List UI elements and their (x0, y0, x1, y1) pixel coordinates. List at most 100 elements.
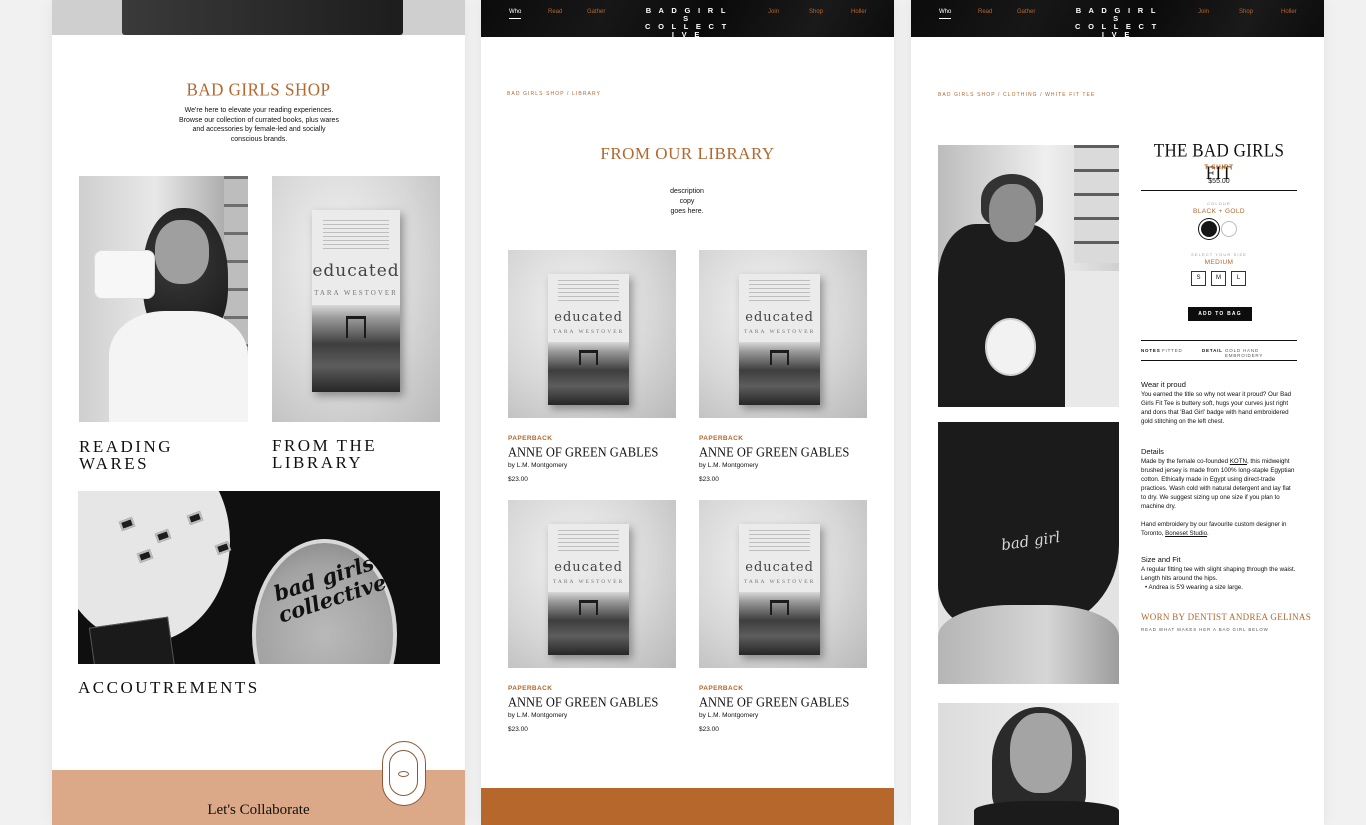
product-name[interactable]: ANNE OF GREEN GABLES (508, 694, 658, 711)
main-nav: Who Read Gather B A D G I R L S C O L L … (911, 0, 1324, 39)
kotn-link[interactable]: KOTN (1230, 458, 1247, 465)
tab-detail[interactable]: DETAIL (1202, 348, 1223, 353)
logo-line: B A D G I R L S (645, 6, 729, 23)
product-name[interactable]: ANNE OF GREEN GABLES (699, 444, 849, 461)
logo-line: C O L L E C T I V E (1074, 22, 1160, 39)
breadcrumb[interactable]: BAD GIRLS SHOP / LIBRARY (507, 91, 601, 97)
description-line: goes here. (670, 208, 704, 215)
size-fit-heading: Size and Fit (1141, 555, 1181, 564)
library-listing-panel: Who Read Gather B A D G I R L S C O L L … (481, 0, 894, 825)
size-fit-bullet-text: Andrea is 5'9 wearing a size large. (1148, 584, 1243, 591)
book-cover-author: TARA WESTOVER (314, 288, 398, 297)
category-from-the-library[interactable]: FROM THE LIBRARY (272, 437, 377, 471)
hero-book-photo (52, 0, 465, 35)
product-author: by L.M. Montgomery (699, 712, 759, 719)
nav-join[interactable]: Join (768, 9, 779, 15)
wear-heading: Wear it proud (1141, 380, 1186, 389)
product-author: by L.M. Montgomery (508, 462, 568, 469)
product-price: $55.00 (1208, 178, 1230, 185)
size-s-button[interactable]: S (1191, 271, 1206, 286)
wear-text: You earned the title so why not wear it … (1141, 391, 1292, 425)
product-format: PAPERBACK (699, 685, 744, 692)
colour-swatch-black[interactable] (1201, 221, 1217, 237)
footer-bar (481, 788, 894, 825)
size-l-button[interactable]: L (1231, 271, 1246, 286)
product-image[interactable]: educated TARA WESTOVER (699, 250, 867, 418)
nav-read[interactable]: Read (548, 9, 562, 15)
product-image[interactable]: educated TARA WESTOVER (508, 500, 676, 668)
nav-who[interactable]: Who (939, 9, 952, 19)
breadcrumb[interactable]: BAD GIRLS SHOP / CLOTHING / WHITE FIT TE… (938, 92, 1095, 98)
tab-notes-value: FITTED (1162, 348, 1183, 353)
details-text: Made by the female co-founded (1141, 458, 1230, 465)
shop-description: We're here to elevate your reading exper… (179, 107, 339, 143)
bad-girls-collective-seal-icon (382, 741, 426, 806)
category-label-line: FROM THE (272, 436, 378, 455)
book-cover-author: TARA WESTOVER (743, 578, 816, 585)
nav-who[interactable]: Who (509, 9, 522, 19)
product-name[interactable]: ANNE OF GREEN GABLES (508, 444, 658, 461)
from-the-library-photo[interactable]: educated TARA WESTOVER (272, 176, 440, 422)
product-format: PAPERBACK (508, 435, 553, 442)
nav-shop[interactable]: Shop (809, 9, 823, 15)
embroidery-text: Hand embroidery by our favourite custom … (1141, 521, 1287, 537)
size-value: MEDIUM (1204, 259, 1234, 266)
description-line: description (670, 188, 704, 195)
boneset-studio-link[interactable]: Boneset Studio (1165, 530, 1207, 537)
book-cover-author: TARA WESTOVER (552, 328, 625, 335)
reading-wares-photo[interactable] (79, 176, 248, 422)
add-to-bag-button[interactable]: ADD TO BAG (1188, 307, 1252, 321)
nav-shop[interactable]: Shop (1239, 9, 1253, 15)
product-format: PAPERBACK (699, 435, 744, 442)
product-format: PAPERBACK (508, 685, 553, 692)
book-cover-author: TARA WESTOVER (552, 578, 625, 585)
product-photo-model[interactable] (938, 703, 1119, 825)
tab-notes[interactable]: NOTES (1141, 348, 1161, 353)
main-nav: Who Read Gather B A D G I R L S C O L L … (481, 0, 894, 39)
product-name[interactable]: ANNE OF GREEN GABLES (699, 694, 849, 711)
product-author: by L.M. Montgomery (508, 712, 568, 719)
category-reading-wares[interactable]: READING WARES (79, 438, 173, 472)
category-accoutrements[interactable]: ACCOUTREMENTS (78, 679, 260, 696)
description-line: copy (679, 198, 695, 205)
product-image[interactable]: educated TARA WESTOVER (699, 500, 867, 668)
product-type: T-SHIRT (1204, 164, 1234, 171)
page-title: FROM OUR LIBRARY (600, 144, 775, 163)
page-description: description copy goes here. (657, 187, 717, 217)
embroidery-note: Hand embroidery by our favourite custom … (1141, 520, 1297, 538)
shop-title: BAD GIRLS SHOP (186, 79, 331, 100)
product-price: $23.00 (699, 726, 719, 733)
tab-detail-value: GOLD HAND EMBROIDERY (1225, 348, 1264, 358)
nav-holler[interactable]: Holler (851, 9, 867, 15)
worn-by-title[interactable]: WORN BY DENTIST ANDREA GELINAS (1141, 612, 1311, 622)
size-fit-bullet: • Andrea is 5'9 wearing a size large. (1145, 584, 1243, 591)
accoutrements-photo[interactable]: bad girls collective (78, 491, 440, 664)
product-detail-panel: Who Read Gather B A D G I R L S C O L L … (911, 0, 1324, 825)
colour-swatch-white[interactable] (1221, 221, 1237, 237)
site-logo[interactable]: B A D G I R L S C O L L E C T I V E (1071, 7, 1163, 39)
size-m-button[interactable]: M (1211, 271, 1226, 286)
book-cover-title: educated (745, 560, 814, 576)
category-label-line: LIBRARY (272, 453, 364, 472)
nav-join[interactable]: Join (1198, 9, 1209, 15)
product-price: $23.00 (699, 476, 719, 483)
product-photo-closeup[interactable]: bad girl (938, 422, 1119, 684)
colour-value: BLACK + GOLD (1193, 208, 1245, 215)
size-fit-text: A regular fitting tee with slight shapin… (1141, 566, 1296, 582)
details-section: Details Made by the female co-founded KO… (1141, 447, 1297, 511)
worn-by-subtitle: READ WHAT MAKES HER A BAD GIRL BELOW (1141, 627, 1269, 632)
book-cover-title: educated (745, 310, 814, 326)
nav-read[interactable]: Read (978, 9, 992, 15)
book-cover-title: educated (554, 560, 623, 576)
shop-landing-panel: BAD GIRLS SHOP We're here to elevate you… (52, 0, 465, 825)
product-photo-main[interactable] (938, 145, 1119, 407)
nav-gather[interactable]: Gather (1017, 9, 1035, 15)
site-logo[interactable]: B A D G I R L S C O L L E C T I V E (641, 7, 733, 39)
product-tabs: NOTES FITTED DETAIL GOLD HAND EMBROIDERY (1141, 348, 1297, 358)
product-image[interactable]: educated TARA WESTOVER (508, 250, 676, 418)
book-cover-title: educated (554, 310, 623, 326)
wear-section: Wear it proud You earned the title so wh… (1141, 380, 1297, 426)
nav-gather[interactable]: Gather (587, 9, 605, 15)
nav-holler[interactable]: Holler (1281, 9, 1297, 15)
book-cover-author: TARA WESTOVER (743, 328, 816, 335)
